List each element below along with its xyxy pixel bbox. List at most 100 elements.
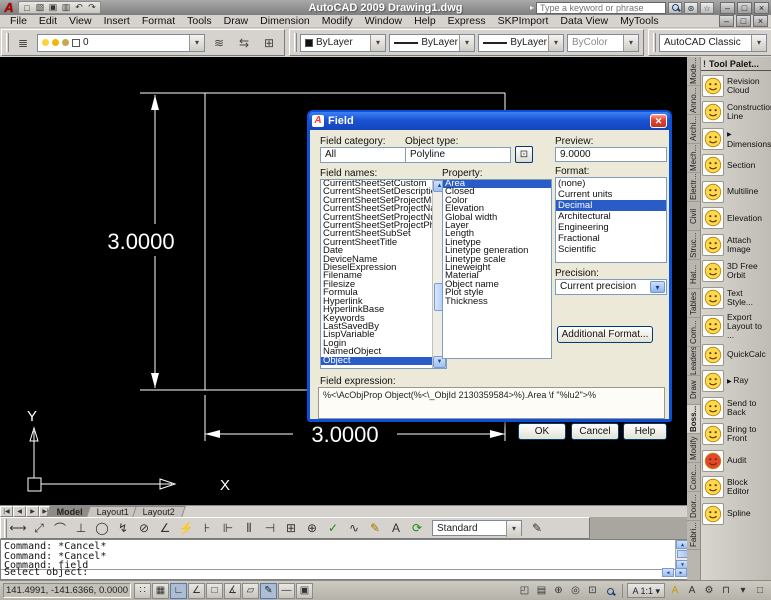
layer-states-icon[interactable]: ⊞ [258, 32, 280, 53]
drafting-toggle-icon[interactable]: ∟ [170, 582, 187, 599]
dimension-tool-icon[interactable]: ⊩ [218, 519, 238, 537]
palette-tool[interactable]: Elevation [702, 207, 770, 230]
help-button[interactable]: Help [623, 423, 667, 440]
format-item[interactable]: Engineering [556, 222, 666, 233]
palette-tool[interactable]: Section [702, 154, 770, 177]
format-item[interactable]: (none) [556, 178, 666, 189]
statusbar-tool-icon[interactable]: ⊡ [584, 583, 600, 598]
field-name-item[interactable]: Object [321, 355, 432, 365]
dimension-tool-icon[interactable]: ⫴ [239, 519, 259, 537]
layout-tab[interactable]: Layout2 [132, 506, 186, 517]
statusbar-tool-icon[interactable]: A [684, 583, 700, 598]
statusbar-tool-icon[interactable]: ◎ [567, 583, 583, 598]
search-button[interactable] [668, 1, 682, 14]
toolbar-grip[interactable] [6, 33, 9, 52]
workspace-combo[interactable]: AutoCAD Classic [659, 33, 767, 52]
dimension-tool-icon[interactable]: ⊥ [71, 519, 91, 537]
scroll-left-icon[interactable]: ◀ [662, 568, 674, 577]
annotation-scale[interactable]: A 1:1 ▾ [627, 583, 665, 598]
format-item[interactable]: Decimal [556, 200, 666, 211]
favorites-icon[interactable]: ☆ [700, 1, 714, 14]
coordinates-display[interactable]: 141.4991, -141.6366, 0.0000 [3, 583, 131, 598]
menu-item[interactable]: Format [136, 15, 181, 28]
palette-tool[interactable]: Ray [702, 370, 770, 393]
menu-item[interactable]: Express [442, 15, 492, 28]
menu-item[interactable]: MyTools [614, 15, 665, 28]
palette-tab[interactable]: Civil [687, 202, 700, 231]
palette-tab[interactable]: Struc... [687, 231, 700, 260]
search-expand-icon[interactable]: ▸ [530, 3, 534, 12]
quick-access-button-icon[interactable]: ▥ [60, 2, 72, 13]
palette-tab[interactable]: Tables [687, 289, 700, 318]
dimension-tool-icon[interactable]: ⊕ [302, 519, 322, 537]
palette-tool[interactable]: Dimensions [702, 127, 771, 150]
drafting-toggle-icon[interactable]: ∷ [134, 582, 151, 599]
menu-item[interactable]: Dimension [254, 15, 316, 28]
doc-minimize-button[interactable]: – [719, 15, 734, 27]
palette-tab[interactable]: Conc... [687, 463, 700, 492]
palette-tool[interactable]: Export Layout to ... [702, 312, 770, 340]
doc-close-button[interactable]: × [753, 15, 768, 27]
drafting-toggle-icon[interactable]: ∡ [224, 582, 241, 599]
statusbar-tool-icon[interactable]: ⊓ [718, 583, 734, 598]
dialog-titlebar[interactable]: A Field ✕ [309, 112, 670, 130]
menu-item[interactable]: Window [359, 15, 408, 28]
lineweight-combo[interactable]: ByLayer [478, 33, 564, 52]
cancel-button[interactable]: Cancel [571, 423, 619, 440]
dimension-tool-icon[interactable]: ↯ [113, 519, 133, 537]
palette-tool[interactable]: Revision Cloud [702, 74, 770, 97]
dimension-tool-icon[interactable]: ◯ [92, 519, 112, 537]
format-item[interactable]: Scientific [556, 244, 666, 255]
palette-title-bar[interactable]: ! Tool Palet... [701, 57, 771, 71]
palette-tool[interactable]: 3D Free Orbit [702, 260, 770, 283]
palette-tool[interactable]: Multiline [702, 180, 770, 203]
palette-tab[interactable]: Mode... [687, 57, 700, 86]
minimize-button[interactable]: – [720, 1, 735, 14]
menu-item[interactable]: Help [408, 15, 442, 28]
dimension-tool-icon[interactable]: ⊘ [134, 519, 154, 537]
command-prompt[interactable]: Select object: [4, 568, 88, 578]
palette-tool[interactable]: QuickCalc [702, 343, 770, 366]
drafting-toggle-icon[interactable]: ✎ [260, 582, 277, 599]
plot-style-combo[interactable]: ByColor [567, 33, 639, 52]
palette-tab[interactable]: Modify [687, 434, 700, 463]
layer-previous-icon[interactable]: ⇆ [233, 32, 255, 53]
palette-tab[interactable]: Boss... [687, 405, 700, 434]
menu-item[interactable]: Modify [316, 15, 359, 28]
statusbar-tool-icon[interactable]: ◰ [516, 583, 532, 598]
toolbar-grip[interactable] [294, 33, 297, 52]
palette-tab[interactable]: Leaders [687, 347, 700, 376]
quick-access-button-icon[interactable]: ▧ [34, 2, 46, 13]
menu-item[interactable]: Draw [218, 15, 255, 28]
close-button[interactable]: × [754, 1, 769, 14]
palette-tool[interactable]: Construction Line [702, 101, 771, 124]
ok-button[interactable]: OK [518, 423, 566, 440]
statusbar-tool-icon[interactable]: □ [752, 583, 768, 598]
palette-tab[interactable]: Anno... [687, 86, 700, 115]
property-listbox[interactable]: Area Closed Color Elevation Global width Laye… [442, 179, 552, 359]
restore-button[interactable]: □ [737, 1, 752, 14]
dimension-tool-icon[interactable]: ∿ [344, 519, 364, 537]
format-listbox[interactable]: (none) Current units Decimal Architectural E… [555, 177, 667, 263]
palette-tool[interactable]: Audit [702, 449, 770, 472]
statusbar-tool-icon[interactable]: ▾ [735, 583, 751, 598]
palette-tab[interactable]: Mech... [687, 144, 700, 173]
format-item[interactable]: Fractional [556, 233, 666, 244]
scroll-right-icon[interactable]: ▶ [675, 568, 687, 577]
dialog-close-icon[interactable]: ✕ [650, 114, 667, 128]
statusbar-tool-icon[interactable]: ⊕ [550, 583, 566, 598]
palette-tool[interactable]: Text Style... [702, 286, 770, 309]
dim-style-combo[interactable]: Standard [432, 520, 522, 537]
palette-tool[interactable]: Send to Back [702, 396, 770, 419]
drafting-toggle-icon[interactable]: □ [206, 582, 223, 599]
make-object-layer-current-icon[interactable]: ≋ [208, 32, 230, 53]
doc-restore-button[interactable]: □ [736, 15, 751, 27]
menu-item[interactable]: SKPImport [492, 15, 555, 28]
search-input[interactable] [536, 1, 666, 14]
quick-access-button-icon[interactable]: □ [21, 3, 33, 13]
palette-tab[interactable]: Archi... [687, 115, 700, 144]
dimension-tool-icon[interactable]: ⟳ [407, 519, 427, 537]
command-window[interactable]: Command: *Cancel* Command: *Cancel* Comman… [0, 539, 690, 580]
linetype-combo[interactable]: ByLayer [389, 33, 475, 52]
dimension-tool-icon[interactable]: ⚡ [176, 519, 196, 537]
